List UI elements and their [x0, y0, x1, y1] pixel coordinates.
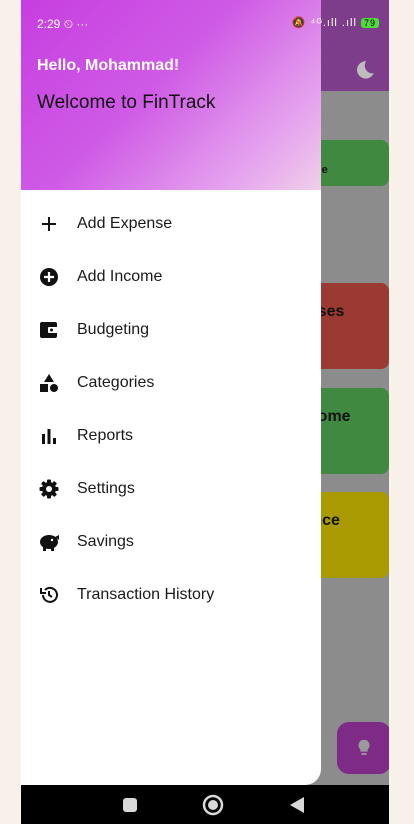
tip-fab-button[interactable] [337, 722, 389, 774]
theme-toggle-icon[interactable] [351, 58, 377, 84]
navigation-drawer: Hello, Mohammad! Welcome to FinTrack Add… [21, 0, 321, 785]
menu-label: Savings [77, 533, 134, 550]
square-icon [123, 798, 137, 812]
menu-item-categories[interactable]: Categories [21, 357, 321, 409]
gear-icon [38, 478, 60, 500]
menu-label: Categories [77, 374, 155, 391]
menu-item-savings[interactable]: Savings [21, 516, 321, 568]
menu-label: Budgeting [77, 321, 150, 338]
greeting-text: Hello, Mohammad! [37, 57, 180, 74]
system-nav-bar [21, 785, 389, 824]
back-triangle-icon [290, 797, 304, 813]
categories-icon [38, 372, 60, 394]
history-icon [38, 584, 60, 606]
menu-item-reports[interactable]: Reports [21, 410, 321, 462]
status-bar: 2:29 ⏲ ··· 🔕 ⁴ᴳ.ıll .ıll 79 [21, 0, 389, 40]
welcome-text: Welcome to FinTrack [37, 92, 216, 113]
add-circle-icon [38, 266, 60, 288]
wallet-icon [38, 319, 60, 341]
menu-item-add-income[interactable]: Add Income [21, 251, 321, 303]
plus-icon [38, 213, 60, 235]
menu-item-add-expense[interactable]: Add Expense [21, 198, 321, 250]
menu-label: Settings [77, 480, 135, 497]
recents-button[interactable] [122, 797, 138, 818]
signal-icon: 🔕 ⁴ᴳ.ıll .ıll [291, 17, 357, 29]
menu-label: Add Income [77, 268, 163, 285]
lightbulb-icon [358, 739, 370, 755]
status-extra: ⏲ ··· [63, 17, 89, 31]
phone-screen: ) come enses ncome ) lance 2:29 ⏲ ··· 🔕 … [21, 0, 389, 824]
bar-chart-icon [38, 425, 60, 447]
home-button[interactable] [202, 794, 224, 821]
circle-icon [202, 794, 224, 816]
menu-item-budgeting[interactable]: Budgeting [21, 304, 321, 356]
menu-item-transaction-history[interactable]: Transaction History [21, 569, 321, 621]
menu-label: Reports [77, 427, 134, 444]
menu-label: Add Expense [77, 215, 173, 232]
piggy-bank-icon [38, 531, 60, 553]
battery-icon: 79 [360, 18, 379, 28]
menu-label: Transaction History [77, 586, 215, 603]
status-icons: 🔕 ⁴ᴳ.ıll .ıll 79 [292, 16, 379, 29]
back-button[interactable] [289, 796, 305, 819]
status-time: 2:29 ⏲ ··· [37, 17, 89, 31]
menu-item-settings[interactable]: Settings [21, 463, 321, 515]
